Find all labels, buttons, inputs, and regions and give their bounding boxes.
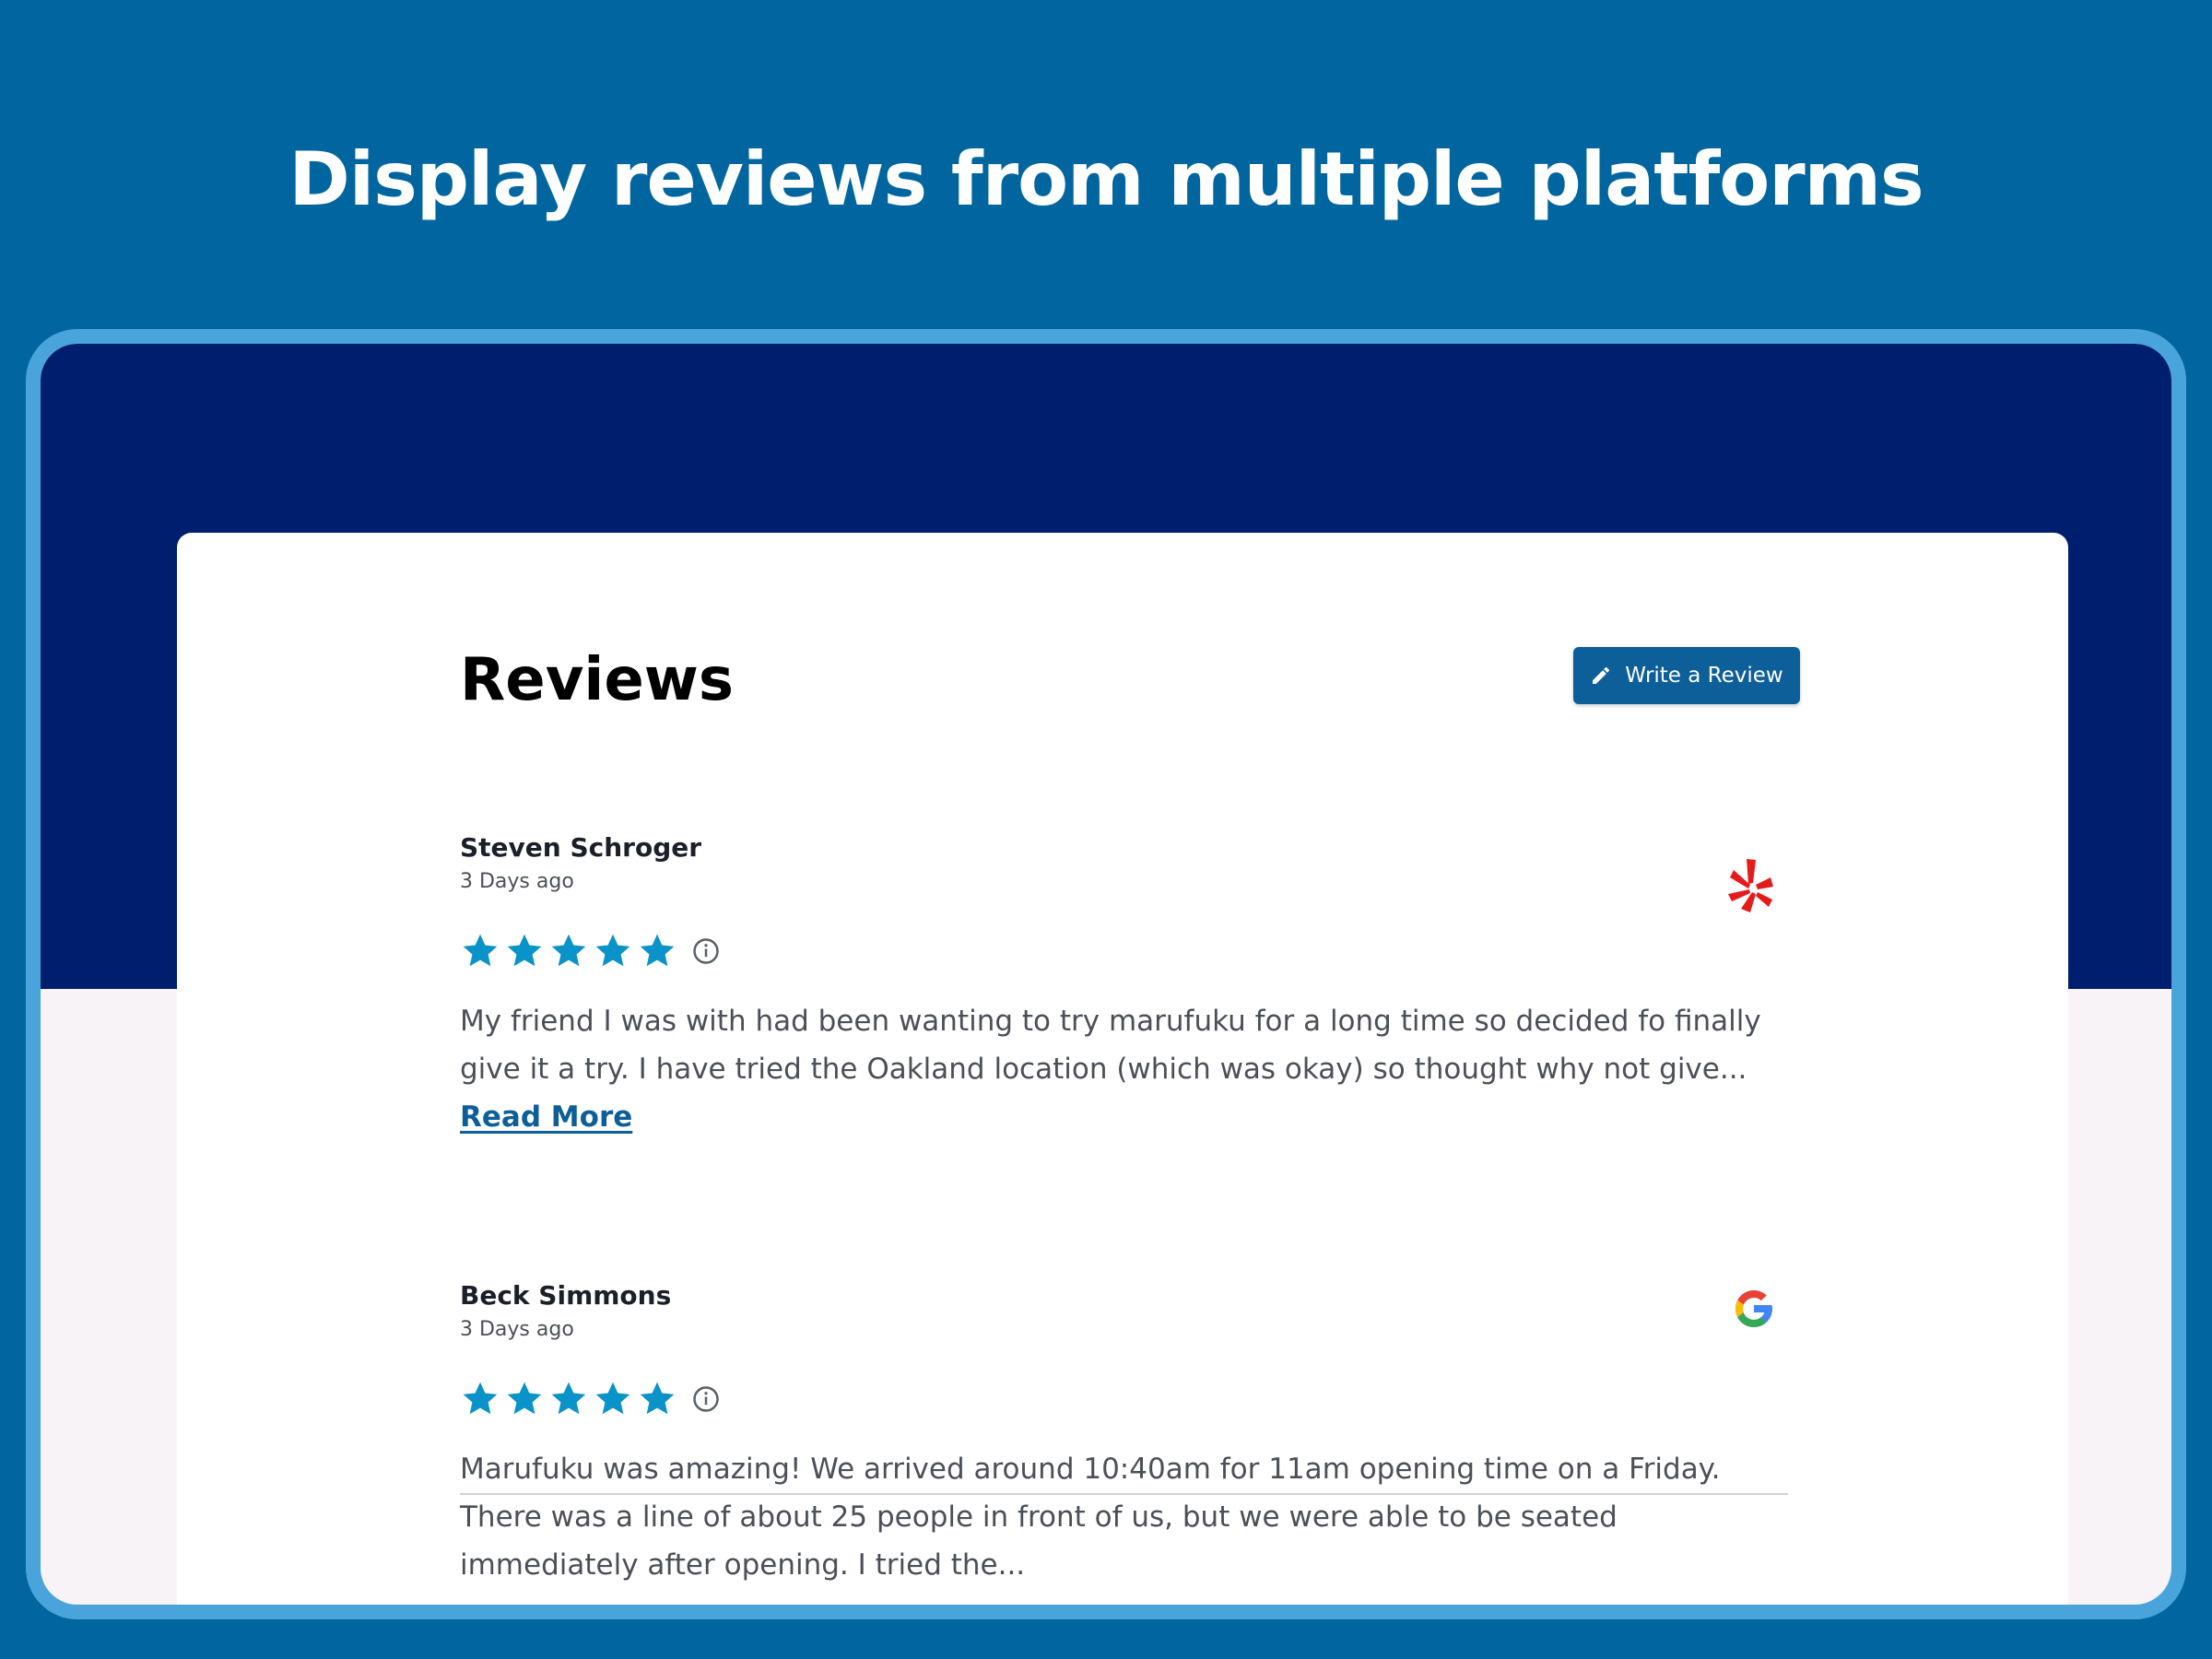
review-body: My friend I was with had been wanting to… <box>460 1005 1761 1086</box>
review-body: Marufuku was amazing! We arrived around … <box>460 1453 1721 1582</box>
read-more-link[interactable]: Read More <box>460 1100 632 1134</box>
star-icon <box>463 934 498 967</box>
star-icon <box>463 1382 498 1415</box>
write-review-label: Write a Review <box>1625 664 1783 688</box>
device-frame: Reviews Write a Review Steven Schroger 3… <box>26 329 2186 1619</box>
write-review-button[interactable]: Write a Review <box>1573 647 1800 704</box>
star-icon <box>551 1382 586 1415</box>
star-icon <box>551 934 586 967</box>
review-date: 3 Days ago <box>460 1318 574 1341</box>
reviews-title: Reviews <box>460 646 734 714</box>
star-icon <box>507 1382 542 1415</box>
info-icon[interactable] <box>692 937 720 965</box>
star-icon <box>507 934 542 967</box>
reviewer-name: Beck Simmons <box>460 1280 672 1311</box>
pencil-icon <box>1593 666 1610 684</box>
star-icon <box>640 934 675 967</box>
reviews-card: Reviews Write a Review Steven Schroger 3… <box>177 533 2068 1605</box>
yelp-icon <box>1724 857 1776 916</box>
star-rating <box>460 1377 720 1421</box>
info-icon[interactable] <box>692 1385 720 1413</box>
page-headline: Display reviews from multiple platforms <box>288 136 1924 222</box>
review-text: Marufuku was amazing! We arrived around … <box>460 1445 1788 1589</box>
star-icon <box>595 1382 630 1415</box>
star-icon <box>640 1382 675 1415</box>
reviewer-name: Steven Schroger <box>460 832 702 863</box>
star-rating <box>460 929 720 973</box>
review-date: 3 Days ago <box>460 870 574 893</box>
review-text: My friend I was with had been wanting to… <box>460 997 1788 1141</box>
star-icon <box>595 934 630 967</box>
google-icon <box>1732 1287 1776 1335</box>
